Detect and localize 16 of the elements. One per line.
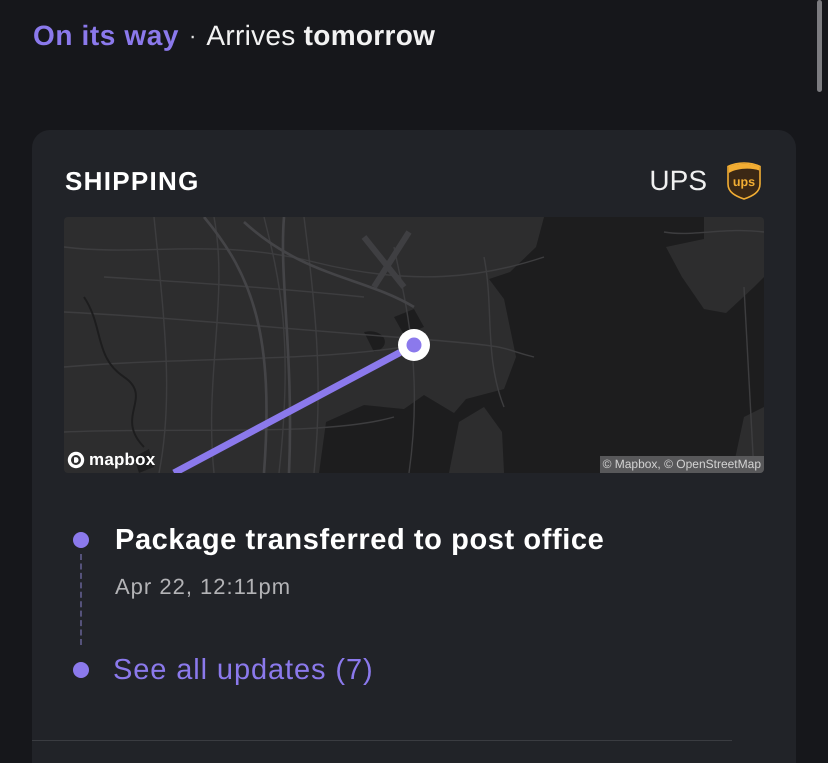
location-marker-icon (398, 329, 430, 361)
dot-icon (73, 662, 89, 678)
event-title: Package transferred to post office (115, 523, 604, 557)
see-all-updates-link[interactable]: See all updates (7) (113, 653, 374, 687)
carrier-name: UPS (649, 164, 707, 198)
arrival-text: Arrives tomorrow (206, 19, 436, 53)
separator-dot: · (189, 22, 196, 50)
logo-icon (67, 451, 85, 469)
delivery-status: On its way (33, 19, 180, 53)
dot-icon (73, 532, 89, 548)
event-time: Apr 22, 12:11pm (115, 573, 292, 601)
map-attribution: © Mapbox, © OpenStreetMap (600, 456, 764, 473)
shield-logo: ups (727, 162, 761, 200)
map-logo-text: mapbox (89, 450, 156, 470)
card-title: SHIPPING (64, 165, 200, 197)
scrollbar-thumb[interactable] (817, 0, 822, 92)
